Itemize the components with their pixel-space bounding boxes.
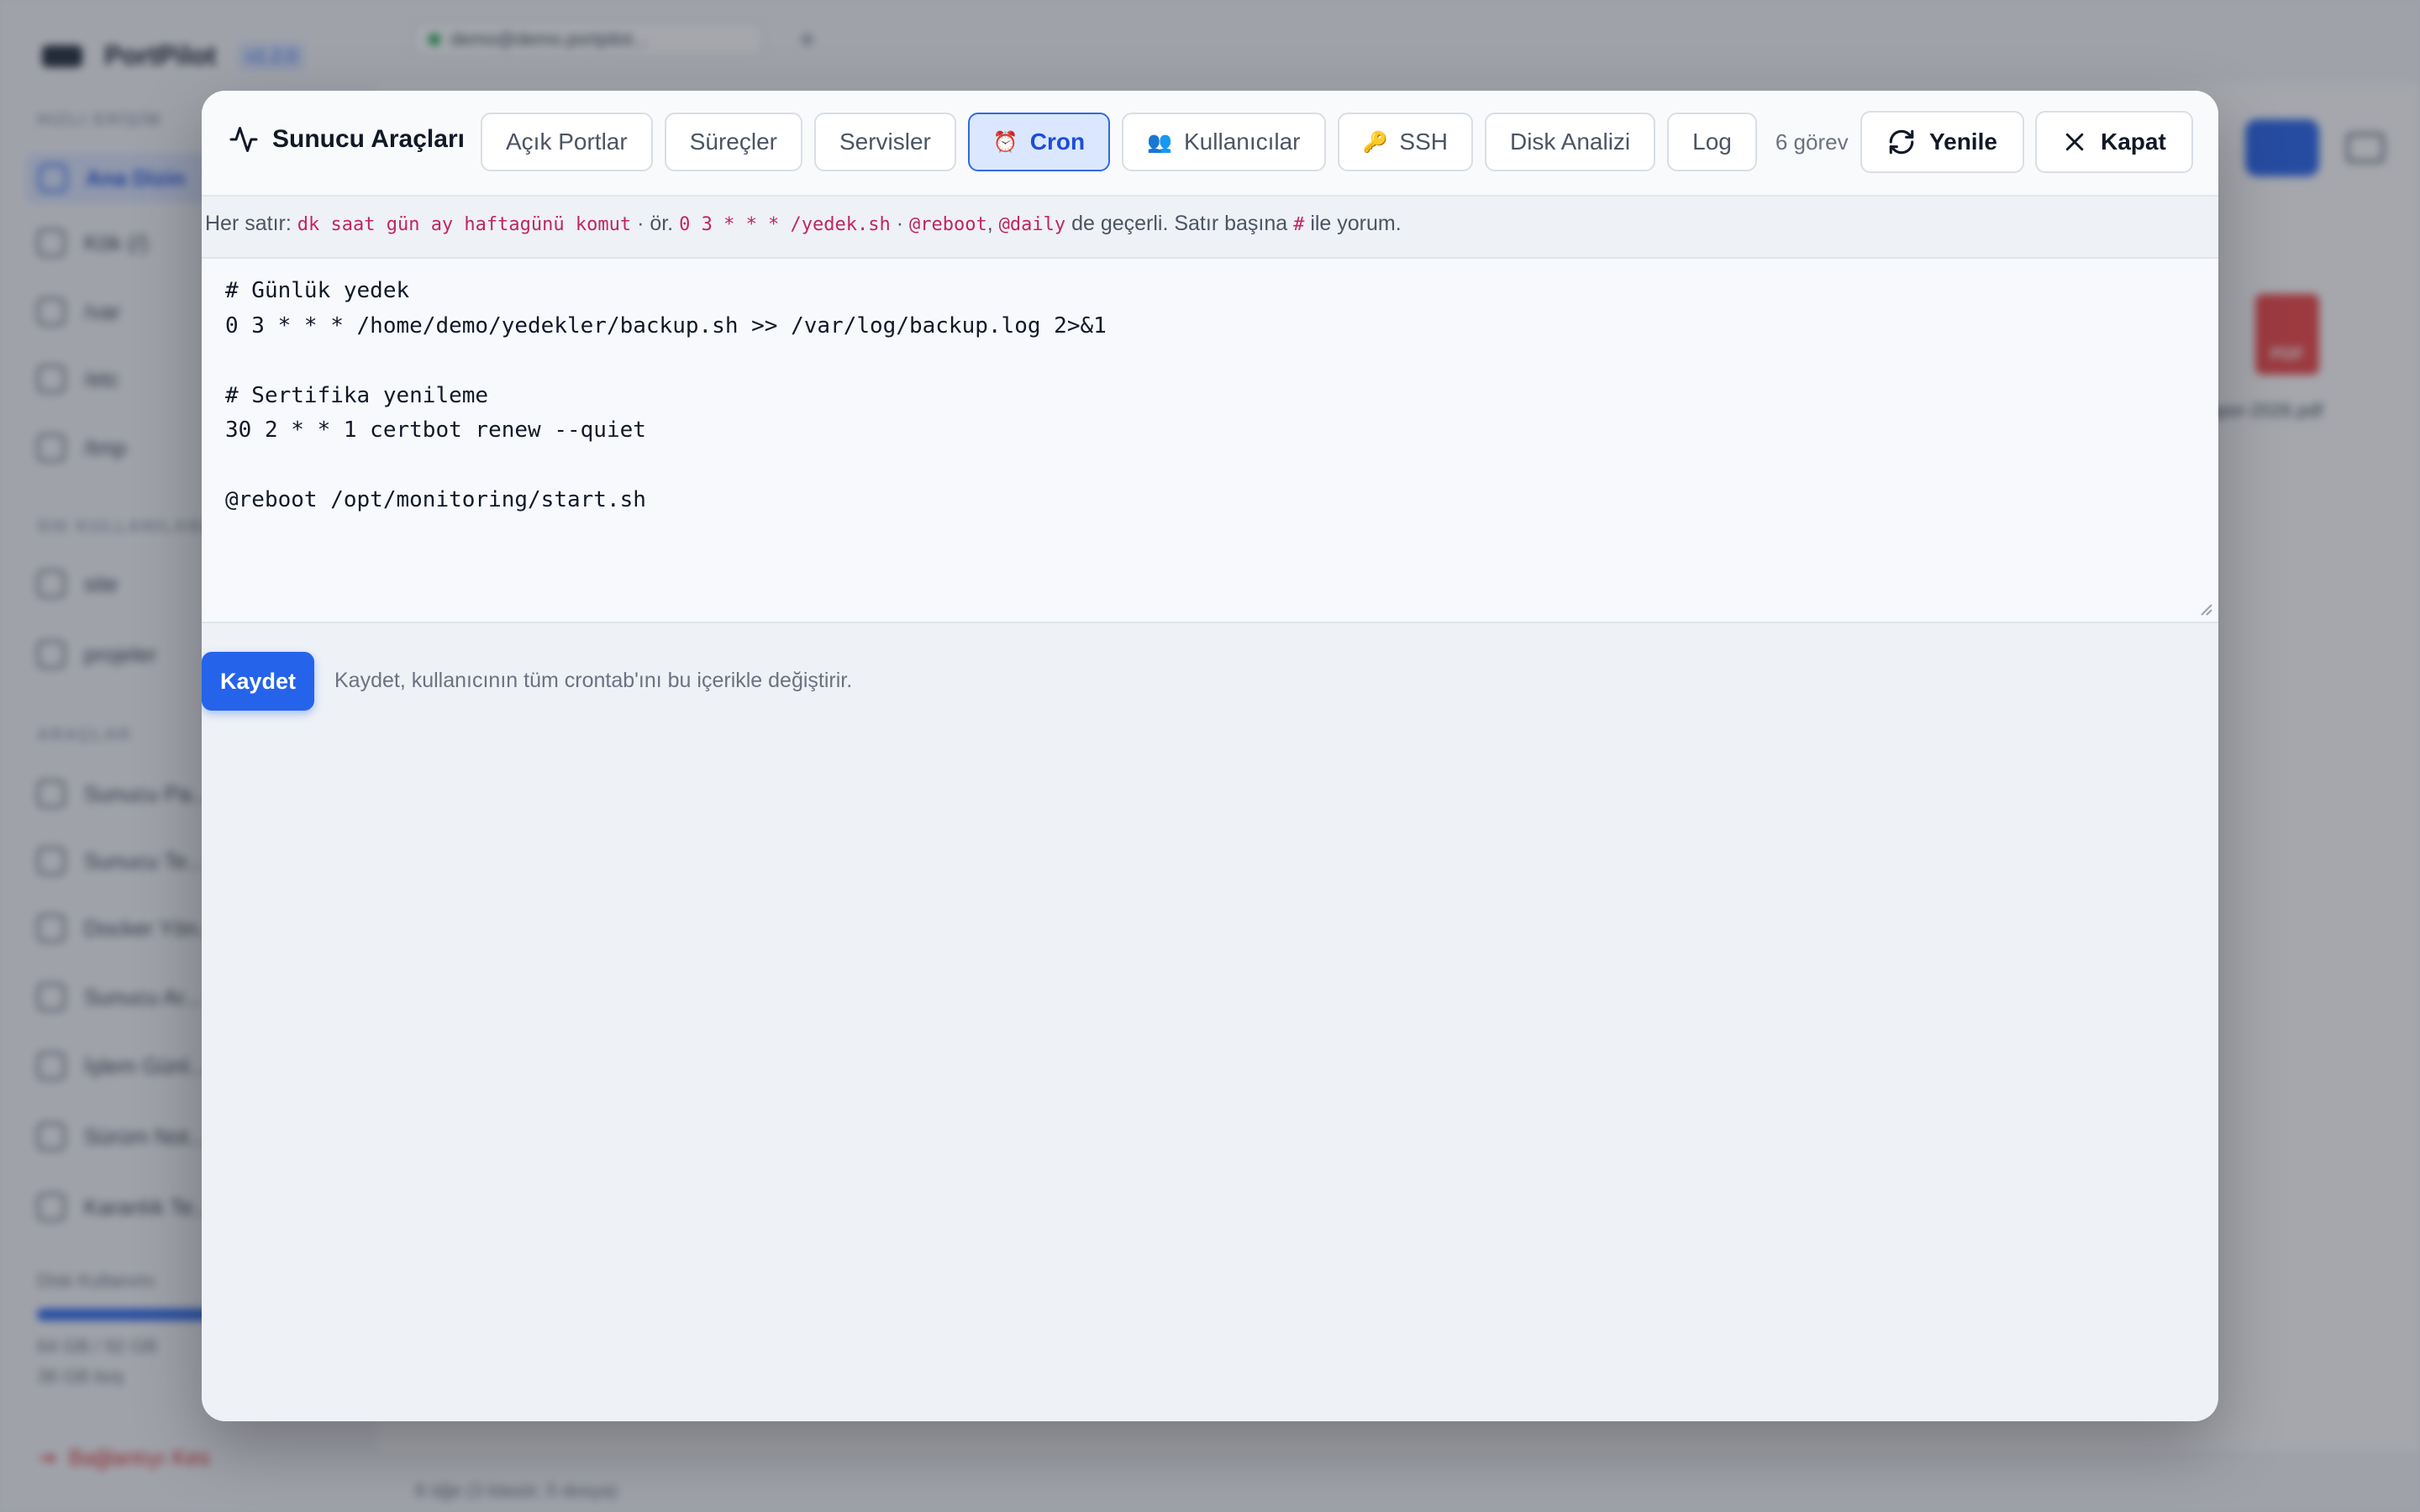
- hint-format-code: dk saat gün ay haftagünü komut: [297, 214, 632, 235]
- modal-title-text: Sunucu Araçları: [272, 125, 465, 153]
- hint-daily-code: @daily: [998, 214, 1066, 235]
- tab-disk-analysis[interactable]: Disk Analizi: [1484, 113, 1656, 171]
- tab-processes[interactable]: Süreçler: [664, 113, 802, 171]
- save-button[interactable]: Kaydet: [202, 652, 314, 711]
- crontab-editor-container: # Günlük yedek 0 3 * * * /home/demo/yede…: [202, 257, 2218, 623]
- users-icon: 👥: [1147, 130, 1172, 154]
- tab-users[interactable]: 👥 Kullanıcılar: [1122, 113, 1326, 171]
- activity-icon: [229, 127, 258, 152]
- refresh-icon: [1889, 129, 1914, 155]
- alarm-clock-icon: ⏰: [992, 130, 1018, 154]
- cron-syntax-hint: Her satır: dk saat gün ay haftagünü komu…: [205, 212, 1402, 235]
- tab-open-ports[interactable]: Açık Portlar: [481, 113, 653, 171]
- tab-log[interactable]: Log: [1667, 113, 1757, 171]
- resize-grip-icon[interactable]: [2198, 601, 2213, 617]
- hint-example-code: 0 3 * * * /yedek.sh: [679, 214, 891, 235]
- task-count: 6 görev: [1775, 129, 1849, 155]
- server-tools-modal: Sunucu Araçları Açık Portlar Süreçler Se…: [202, 91, 2218, 1421]
- tool-tabs: Açık Portlar Süreçler Servisler ⏰ Cron 👥 K…: [481, 113, 1849, 171]
- hint-reboot-code: @reboot: [909, 214, 987, 235]
- refresh-button[interactable]: Yenile: [1860, 111, 2024, 173]
- key-icon: 🔑: [1362, 130, 1388, 154]
- modal-title: Sunucu Araçları: [229, 124, 465, 155]
- tab-ssh[interactable]: 🔑 SSH: [1337, 113, 1473, 171]
- save-note: Kaydet, kullanıcının tüm crontab'ını bu …: [334, 669, 853, 692]
- tab-services[interactable]: Servisler: [813, 113, 956, 171]
- close-button[interactable]: Kapat: [2035, 111, 2193, 173]
- hint-hash-code: #: [1293, 214, 1305, 235]
- tab-cron[interactable]: ⏰ Cron: [967, 113, 1111, 171]
- close-icon: [2065, 133, 2084, 151]
- modal-header: Sunucu Araçları Açık Portlar Süreçler Se…: [202, 91, 2218, 197]
- crontab-editor[interactable]: # Günlük yedek 0 3 * * * /home/demo/yede…: [202, 259, 2218, 622]
